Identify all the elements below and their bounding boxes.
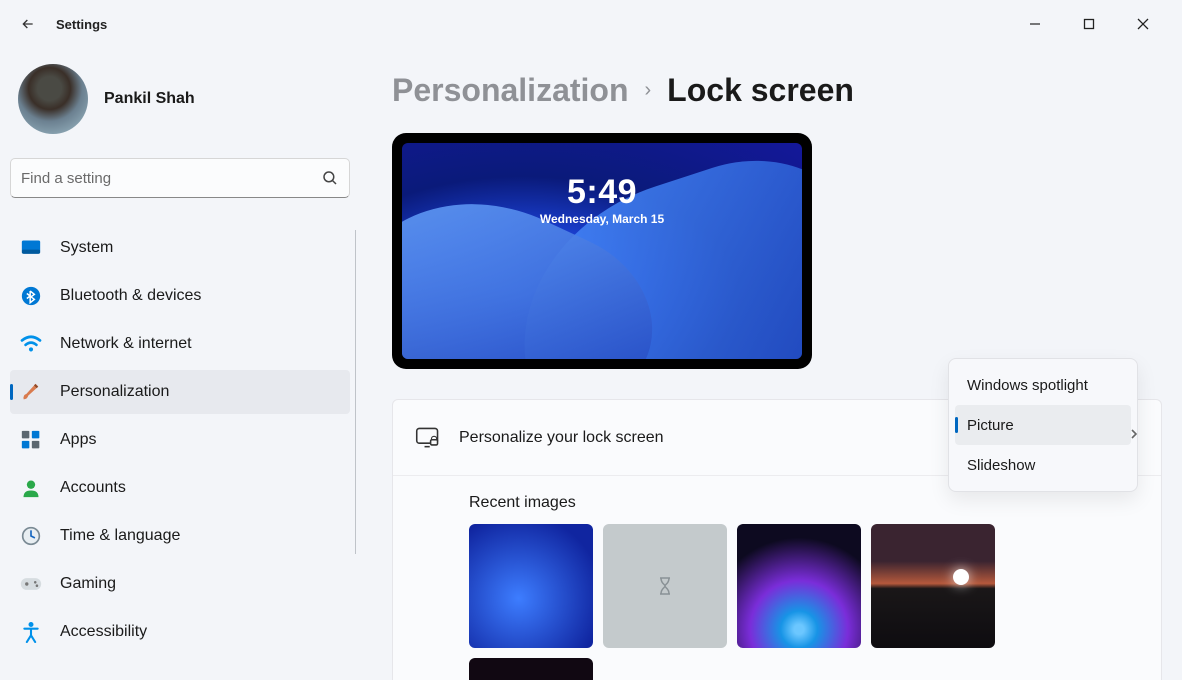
paintbrush-icon xyxy=(20,381,42,403)
recent-title: Recent images xyxy=(469,494,1139,512)
window-controls xyxy=(1012,8,1174,40)
nav-item-bluetooth[interactable]: Bluetooth & devices xyxy=(10,274,350,318)
nav-item-system[interactable]: System xyxy=(10,226,350,270)
nav-item-gaming[interactable]: Gaming xyxy=(10,562,350,606)
nav-item-network[interactable]: Network & internet xyxy=(10,322,350,366)
nav-label: System xyxy=(60,239,113,257)
person-icon xyxy=(20,477,42,499)
lockscreen-mode-dropdown: Windows spotlight Picture Slideshow xyxy=(948,358,1138,492)
nav-label: Accounts xyxy=(60,479,126,497)
dropdown-option-slideshow[interactable]: Slideshow xyxy=(955,445,1131,485)
search-box[interactable] xyxy=(10,158,350,198)
preview-time: 5:49 xyxy=(567,173,637,212)
bluetooth-icon xyxy=(20,285,42,307)
search-icon xyxy=(321,169,339,187)
recent-thumb-2[interactable] xyxy=(603,524,727,648)
nav-label: Time & language xyxy=(60,527,180,545)
recent-thumb-3[interactable] xyxy=(737,524,861,648)
titlebar: Settings xyxy=(0,0,1182,48)
preview-date: Wednesday, March 15 xyxy=(540,212,664,226)
breadcrumb: Personalization › Lock screen xyxy=(392,72,1162,109)
back-button[interactable] xyxy=(8,4,48,44)
recent-thumb-1[interactable] xyxy=(469,524,593,648)
nav-item-accessibility[interactable]: Accessibility xyxy=(10,610,350,654)
chevron-icon xyxy=(1128,427,1140,445)
nav-label: Network & internet xyxy=(60,335,192,353)
accessibility-icon xyxy=(20,621,42,643)
minimize-icon xyxy=(1029,18,1041,30)
nav-item-time-language[interactable]: Time & language xyxy=(10,514,350,558)
system-icon xyxy=(20,237,42,259)
monitor-lock-icon xyxy=(415,426,439,450)
preview-wallpaper: 5:49 Wednesday, March 15 xyxy=(402,143,802,359)
close-button[interactable] xyxy=(1120,8,1166,40)
recent-images-section: Recent images xyxy=(393,476,1161,680)
profile-name: Pankil Shah xyxy=(104,90,195,108)
nav-label: Bluetooth & devices xyxy=(60,287,201,305)
avatar xyxy=(18,64,88,134)
dropdown-option-spotlight[interactable]: Windows spotlight xyxy=(955,365,1131,405)
clock-icon xyxy=(20,525,42,547)
recent-thumb-4[interactable] xyxy=(871,524,995,648)
nav-item-apps[interactable]: Apps xyxy=(10,418,350,462)
profile[interactable]: Pankil Shah xyxy=(10,56,354,158)
chevron-right-icon: › xyxy=(645,79,652,102)
hourglass-icon xyxy=(657,576,673,596)
lockscreen-preview: 5:49 Wednesday, March 15 xyxy=(392,133,812,369)
nav-label: Personalization xyxy=(60,383,169,401)
option-label: Windows spotlight xyxy=(967,377,1088,394)
maximize-button[interactable] xyxy=(1066,8,1112,40)
sidebar: Pankil Shah System Bluetooth & devices N… xyxy=(0,48,360,680)
arrow-left-icon xyxy=(20,16,36,32)
dropdown-option-picture[interactable]: Picture xyxy=(955,405,1131,445)
nav-item-personalization[interactable]: Personalization xyxy=(10,370,350,414)
gamepad-icon xyxy=(20,573,42,595)
option-label: Slideshow xyxy=(967,457,1035,474)
breadcrumb-current: Lock screen xyxy=(667,72,854,109)
thumbnail-row xyxy=(469,524,1139,648)
nav-label: Gaming xyxy=(60,575,116,593)
nav-item-accounts[interactable]: Accounts xyxy=(10,466,350,510)
close-icon xyxy=(1137,18,1149,30)
nav-label: Apps xyxy=(60,431,96,449)
minimize-button[interactable] xyxy=(1012,8,1058,40)
recent-thumb-5[interactable] xyxy=(469,658,593,680)
search-input[interactable] xyxy=(21,170,321,187)
breadcrumb-parent[interactable]: Personalization xyxy=(392,72,629,109)
wifi-icon xyxy=(20,333,42,355)
apps-icon xyxy=(20,429,42,451)
window-title: Settings xyxy=(56,17,107,32)
option-label: Picture xyxy=(967,417,1014,434)
nav: System Bluetooth & devices Network & int… xyxy=(10,226,354,654)
maximize-icon xyxy=(1083,18,1095,30)
card-title: Personalize your lock screen xyxy=(459,429,664,447)
nav-label: Accessibility xyxy=(60,623,147,641)
